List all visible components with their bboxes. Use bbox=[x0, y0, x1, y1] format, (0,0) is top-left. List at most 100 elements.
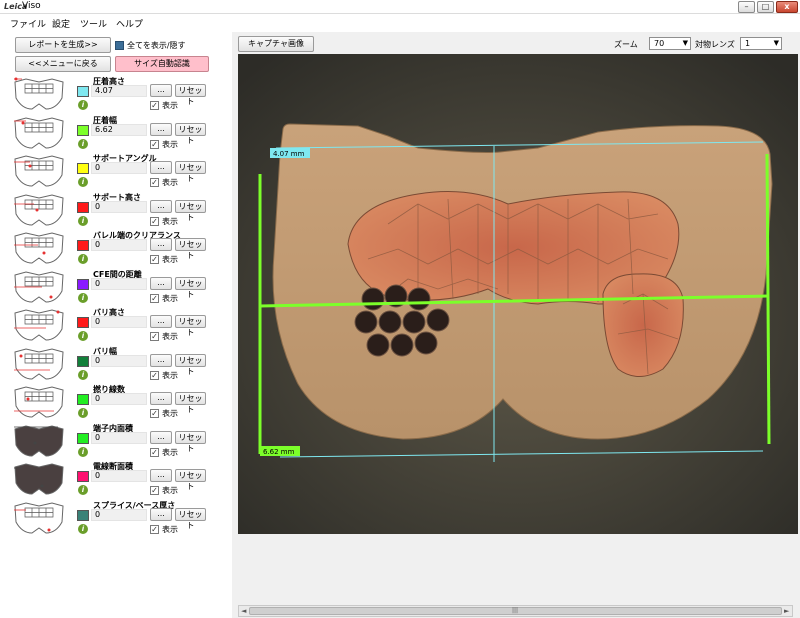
info-icon[interactable]: i bbox=[78, 292, 88, 303]
show-all-checkbox[interactable] bbox=[115, 41, 124, 50]
reset-button[interactable]: リセット bbox=[175, 353, 206, 376]
measurement-item: 圧着幅 i 6.62... リセット ✓ 表示 bbox=[0, 115, 232, 153]
info-icon[interactable]: i bbox=[78, 177, 88, 187]
info-icon[interactable]: i bbox=[78, 485, 88, 495]
color-swatch[interactable] bbox=[77, 394, 89, 405]
maximize-button[interactable]: □ bbox=[757, 1, 774, 13]
color-swatch[interactable] bbox=[77, 432, 89, 444]
color-swatch[interactable] bbox=[77, 201, 89, 213]
measurement-value: 0 bbox=[91, 354, 147, 367]
width-measure-label: 6.62 mm bbox=[263, 448, 295, 456]
show-checkbox[interactable]: ✓ bbox=[150, 486, 159, 495]
show-all-label: 全てを表示/隠す bbox=[127, 41, 186, 50]
info-icon[interactable]: i bbox=[78, 138, 88, 149]
menu-file[interactable]: ファイル bbox=[10, 17, 46, 30]
details-button[interactable]: ... bbox=[150, 199, 172, 213]
measurement-diagram-icon bbox=[14, 232, 64, 264]
measurement-item: 圧着高さ i 4.07... リセット ✓ 表示 bbox=[0, 76, 232, 114]
objective-select[interactable]: 1 ▼ bbox=[740, 37, 782, 50]
color-swatch[interactable] bbox=[77, 124, 89, 136]
details-button[interactable]: ... bbox=[150, 315, 172, 328]
zoom-select[interactable]: 70 ▼ bbox=[649, 37, 691, 50]
zoom-label: ズーム bbox=[614, 40, 638, 49]
info-icon[interactable]: i bbox=[78, 408, 88, 418]
info-icon[interactable]: i bbox=[78, 523, 88, 534]
details-button[interactable]: ... bbox=[150, 353, 172, 367]
reset-button[interactable]: リセット bbox=[175, 315, 206, 337]
show-checkbox[interactable]: ✓ bbox=[150, 293, 159, 303]
details-button[interactable]: ... bbox=[150, 161, 172, 174]
details-button[interactable]: ... bbox=[150, 392, 172, 405]
reset-button[interactable]: リセット bbox=[175, 161, 206, 183]
chevron-down-icon: ▼ bbox=[682, 39, 688, 47]
show-checkbox[interactable]: ✓ bbox=[150, 447, 159, 457]
reset-button[interactable]: リセット bbox=[175, 430, 206, 453]
scroll-thumb[interactable]: ||| bbox=[249, 607, 782, 615]
color-swatch[interactable] bbox=[77, 471, 89, 482]
info-icon[interactable]: i bbox=[78, 215, 88, 226]
microscope-image-viewer[interactable]: 4.07 mm 6.62 mm bbox=[238, 54, 798, 534]
color-swatch[interactable] bbox=[77, 317, 89, 328]
close-button[interactable]: x bbox=[776, 1, 798, 13]
minimize-button[interactable]: – bbox=[738, 1, 755, 13]
details-button[interactable]: ... bbox=[150, 122, 172, 136]
reset-button[interactable]: リセット bbox=[175, 507, 206, 530]
color-swatch[interactable] bbox=[77, 509, 89, 521]
scroll-right-icon[interactable]: ► bbox=[784, 607, 789, 615]
show-checkbox[interactable]: ✓ bbox=[150, 216, 159, 226]
details-button[interactable]: ... bbox=[150, 507, 172, 521]
show-checkbox[interactable]: ✓ bbox=[150, 370, 159, 380]
show-checkbox[interactable]: ✓ bbox=[150, 101, 159, 110]
measurement-value: 0 bbox=[91, 277, 147, 290]
reset-button[interactable]: リセット bbox=[175, 392, 206, 414]
window-title: Viso bbox=[22, 1, 41, 11]
info-icon[interactable]: i bbox=[78, 446, 88, 457]
measurement-diagram-icon bbox=[14, 193, 64, 226]
details-button[interactable]: ... bbox=[150, 276, 172, 290]
back-to-menu-button[interactable]: <<メニューに戻る bbox=[15, 56, 111, 72]
color-swatch[interactable] bbox=[77, 86, 89, 97]
horizontal-scrollbar[interactable]: ◄ ||| ► bbox=[238, 605, 793, 617]
show-checkbox[interactable]: ✓ bbox=[150, 409, 159, 418]
chevron-down-icon: ▼ bbox=[773, 39, 779, 47]
reset-button[interactable]: リセット bbox=[175, 238, 206, 260]
color-swatch[interactable] bbox=[77, 163, 89, 174]
reset-button[interactable]: リセット bbox=[175, 122, 206, 145]
details-button[interactable]: ... bbox=[150, 469, 172, 482]
show-checkbox[interactable]: ✓ bbox=[150, 332, 159, 341]
color-swatch[interactable] bbox=[77, 278, 89, 290]
info-icon[interactable]: i bbox=[78, 254, 88, 264]
reset-button[interactable]: リセット bbox=[175, 276, 206, 299]
report-button[interactable]: レポートを生成>> bbox=[15, 37, 111, 53]
menu-help[interactable]: ヘルプ bbox=[116, 17, 143, 30]
reset-button[interactable]: リセット bbox=[175, 84, 206, 106]
details-button[interactable]: ... bbox=[150, 238, 172, 251]
info-icon[interactable]: i bbox=[78, 100, 88, 110]
info-icon[interactable]: i bbox=[78, 331, 88, 341]
measurement-value: 0 bbox=[91, 239, 147, 251]
reset-button[interactable]: リセット bbox=[175, 199, 206, 222]
measurement-value: 6.62 bbox=[91, 123, 147, 136]
show-label: 表示 bbox=[162, 255, 178, 264]
show-checkbox[interactable]: ✓ bbox=[150, 524, 159, 534]
measurement-diagram-icon bbox=[14, 463, 64, 495]
show-checkbox[interactable]: ✓ bbox=[150, 139, 159, 149]
measurement-item: スプライス/ベース厚さ i 0... リセット ✓ 表示 bbox=[0, 500, 232, 538]
menu-settings[interactable]: 設定 bbox=[52, 17, 70, 30]
color-swatch[interactable] bbox=[77, 355, 89, 367]
measurement-diagram-icon bbox=[14, 386, 64, 418]
capture-image-button[interactable]: キャプチャ画像 bbox=[238, 36, 314, 52]
details-button[interactable]: ... bbox=[150, 84, 172, 97]
measurement-value: 0 bbox=[91, 470, 147, 482]
show-label: 表示 bbox=[162, 101, 178, 110]
menu-tools[interactable]: ツール bbox=[80, 17, 107, 30]
auto-size-button[interactable]: サイズ自動認識 bbox=[115, 56, 209, 72]
measurement-item: 撚り線数 i 0... リセット ✓ 表示 bbox=[0, 384, 232, 422]
details-button[interactable]: ... bbox=[150, 430, 172, 444]
color-swatch[interactable] bbox=[77, 240, 89, 251]
show-checkbox[interactable]: ✓ bbox=[150, 178, 159, 187]
reset-button[interactable]: リセット bbox=[175, 469, 206, 491]
scroll-left-icon[interactable]: ◄ bbox=[241, 607, 246, 615]
show-checkbox[interactable]: ✓ bbox=[150, 255, 159, 264]
info-icon[interactable]: i bbox=[78, 369, 88, 380]
